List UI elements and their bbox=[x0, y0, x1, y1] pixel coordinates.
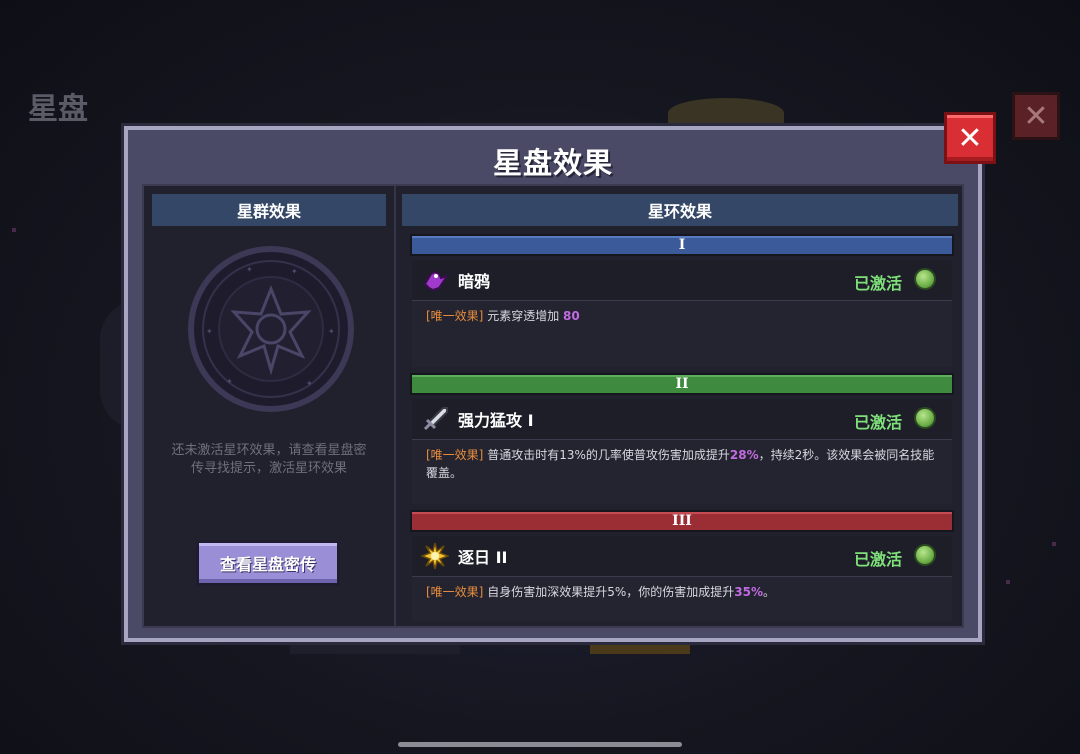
crow-icon bbox=[420, 265, 450, 295]
background-close-icon[interactable]: ✕ bbox=[1012, 92, 1060, 140]
svg-text:✦: ✦ bbox=[291, 267, 298, 276]
background-sun-decoration bbox=[668, 98, 784, 128]
star-chart-disc-icon: ✦ ✦ ✦ ✦ ✦ ✦ bbox=[188, 246, 354, 412]
effect-value: 35% bbox=[734, 585, 763, 599]
svg-text:✦: ✦ bbox=[246, 265, 253, 274]
activation-hint-line: 还未激活星环效果，请查看星盘密 bbox=[171, 443, 367, 458]
effect-card: 强力猛攻 I 已激活 [唯一效果] 普通攻击时有13%的几率使普攻伤害加成提升2… bbox=[412, 399, 952, 504]
background-bar-decoration bbox=[290, 640, 460, 654]
star-chart-dialog: 星盘效果 ✕ 星群效果 ✦ ✦ ✦ ✦ ✦ ✦ 还未激活星环效果，请查看星盘密 bbox=[124, 112, 996, 642]
status-activated: 已激活 bbox=[853, 550, 902, 569]
activation-hint-line: 传寻找提示，激活星环效果 bbox=[190, 461, 347, 476]
effect-description: [唯一效果] 普通攻击时有13%的几率使普攻伤害加成提升28%，持续2秒。该效果… bbox=[412, 440, 952, 504]
skill-name: 逐日 II bbox=[458, 548, 508, 567]
sun-icon bbox=[420, 541, 450, 571]
status-indicator-icon bbox=[914, 268, 936, 290]
effect-card-header: 暗鸦 已激活 bbox=[412, 260, 952, 301]
panel-divider bbox=[394, 186, 396, 626]
dialog-content: 星群效果 ✦ ✦ ✦ ✦ ✦ ✦ 还未激活星环效果，请查看星盘密 传寻找提示，激… bbox=[142, 184, 964, 628]
effect-card: 逐日 II 已激活 [唯一效果] 自身伤害加深效果提升5%，你的伤害加成提升35… bbox=[412, 536, 952, 621]
status-indicator-icon bbox=[914, 407, 936, 429]
svg-text:✦: ✦ bbox=[226, 377, 233, 386]
sparkle-decoration bbox=[1052, 542, 1056, 546]
svg-text:✦: ✦ bbox=[306, 379, 313, 388]
effect-card-header: 强力猛攻 I 已激活 bbox=[412, 399, 952, 440]
activation-hint: 还未激活星环效果，请查看星盘密 传寻找提示，激活星环效果 bbox=[144, 442, 394, 478]
effect-card: 暗鸦 已激活 [唯一效果] 元素穿透增加 80 bbox=[412, 260, 952, 367]
background-title: 星盘 bbox=[28, 92, 88, 127]
effect-description: [唯一效果] 自身伤害加深效果提升5%，你的伤害加成提升35%。 bbox=[412, 577, 952, 621]
effect-text: 自身伤害加深效果提升5%，你的伤害加成提升 bbox=[487, 585, 735, 599]
effect-text: 。 bbox=[762, 585, 775, 599]
sparkle-decoration bbox=[12, 228, 16, 232]
status-activated: 已激活 bbox=[853, 413, 902, 432]
effect-card-header: 逐日 II 已激活 bbox=[412, 536, 952, 577]
unique-effect-tag: [唯一效果] bbox=[426, 448, 484, 462]
svg-text:✦: ✦ bbox=[328, 327, 335, 336]
skill-name: 强力猛攻 I bbox=[458, 411, 534, 430]
effect-text: 普通攻击时有13%的几率使普攻伤害加成提升 bbox=[487, 448, 730, 462]
unique-effect-tag: [唯一效果] bbox=[426, 585, 484, 599]
ring-effects-list[interactable]: I 暗鸦 已激活 [唯一效果] 元素穿透增加 80 II 强力猛攻 I 已激活 … bbox=[410, 234, 954, 626]
tier-bar-1: I bbox=[410, 234, 954, 256]
ring-effects-header: 星环效果 bbox=[402, 194, 958, 226]
view-star-lore-button[interactable]: 查看星盘密传 bbox=[196, 540, 340, 586]
sparkle-decoration bbox=[1006, 580, 1010, 584]
constellation-effects-header: 星群效果 bbox=[152, 194, 386, 226]
svg-text:✦: ✦ bbox=[206, 327, 213, 336]
unique-effect-tag: [唯一效果] bbox=[426, 309, 484, 323]
tier-bar-2: II bbox=[410, 373, 954, 395]
effect-text: 元素穿透增加 bbox=[487, 309, 564, 323]
background-bar-decoration bbox=[590, 640, 690, 654]
dialog-title: 星盘效果 bbox=[492, 146, 613, 180]
close-icon: ✕ bbox=[957, 120, 983, 156]
sword-icon bbox=[420, 404, 450, 434]
status-indicator-icon bbox=[914, 544, 936, 566]
close-button[interactable]: ✕ bbox=[944, 112, 996, 164]
tier-bar-3: III bbox=[410, 510, 954, 532]
effect-description: [唯一效果] 元素穿透增加 80 bbox=[412, 301, 952, 367]
game-screen: 星盘 ✕ 星盘效果 ✕ 星群效果 ✦ ✦ ✦ ✦ ✦ ✦ 还未激活星环效果，请查… bbox=[0, 0, 1080, 754]
status-activated: 已激活 bbox=[853, 274, 902, 293]
effect-value: 80 bbox=[563, 309, 580, 323]
effect-value: 28% bbox=[729, 448, 759, 462]
skill-name: 暗鸦 bbox=[458, 272, 491, 291]
home-indicator[interactable] bbox=[398, 742, 682, 747]
